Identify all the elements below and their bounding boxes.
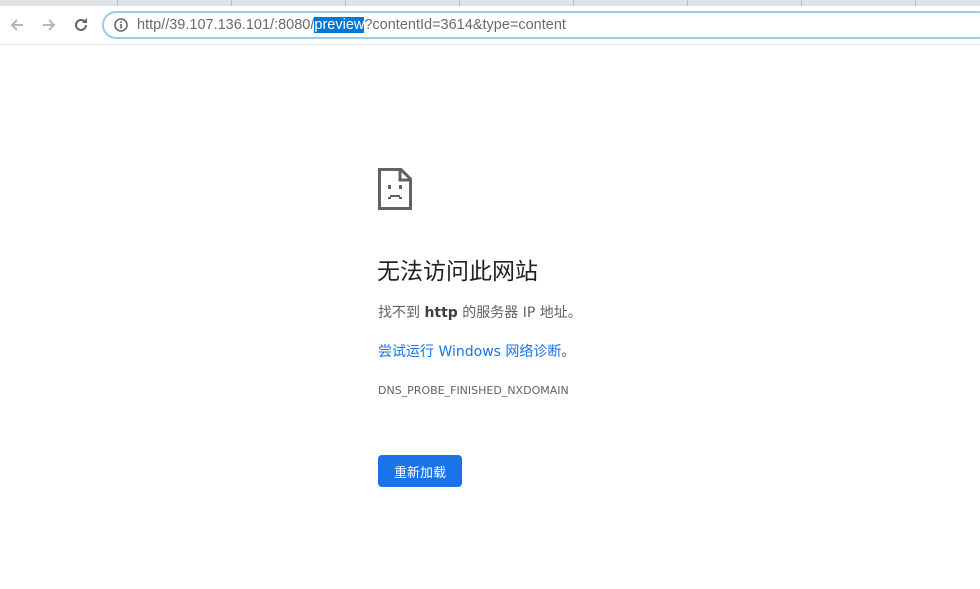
url-after: ?contentId=3614&type=content bbox=[364, 17, 566, 33]
error-code: DNS_PROBE_FINISHED_NXDOMAIN bbox=[378, 384, 569, 397]
arrow-right-icon bbox=[43, 19, 56, 31]
browser-toolbar: http//39.107.136.101/:8080/preview?conte… bbox=[0, 6, 980, 45]
desc-prefix: 找不到 bbox=[378, 305, 425, 321]
desc-host: http bbox=[424, 305, 458, 321]
reload-icon bbox=[75, 18, 87, 31]
address-bar[interactable]: http//39.107.136.101/:8080/preview?conte… bbox=[102, 11, 980, 39]
url-selected: preview bbox=[314, 17, 365, 33]
reload-button[interactable] bbox=[66, 10, 96, 40]
desc-suffix: 的服务器 IP 地址。 bbox=[457, 305, 582, 321]
url-text[interactable]: http//39.107.136.101/:8080/preview?conte… bbox=[137, 16, 566, 34]
suggestion-end: 。 bbox=[561, 344, 576, 360]
sad-page-icon bbox=[378, 168, 412, 210]
arrow-left-icon bbox=[10, 19, 23, 31]
reload-page-button[interactable]: 重新加载 bbox=[378, 455, 462, 487]
error-headline: 无法访问此网站 bbox=[377, 259, 538, 285]
forward-button[interactable] bbox=[34, 10, 64, 40]
info-icon[interactable] bbox=[114, 18, 128, 32]
error-description: 找不到 http 的服务器 IP 地址。 bbox=[378, 303, 582, 323]
suggestion: 尝试运行 Windows 网络诊断。 bbox=[378, 342, 575, 362]
network-diagnostics-link[interactable]: 尝试运行 Windows 网络诊断 bbox=[378, 344, 561, 360]
url-before: http//39.107.136.101/:8080/ bbox=[137, 17, 315, 33]
back-button[interactable] bbox=[2, 10, 32, 40]
